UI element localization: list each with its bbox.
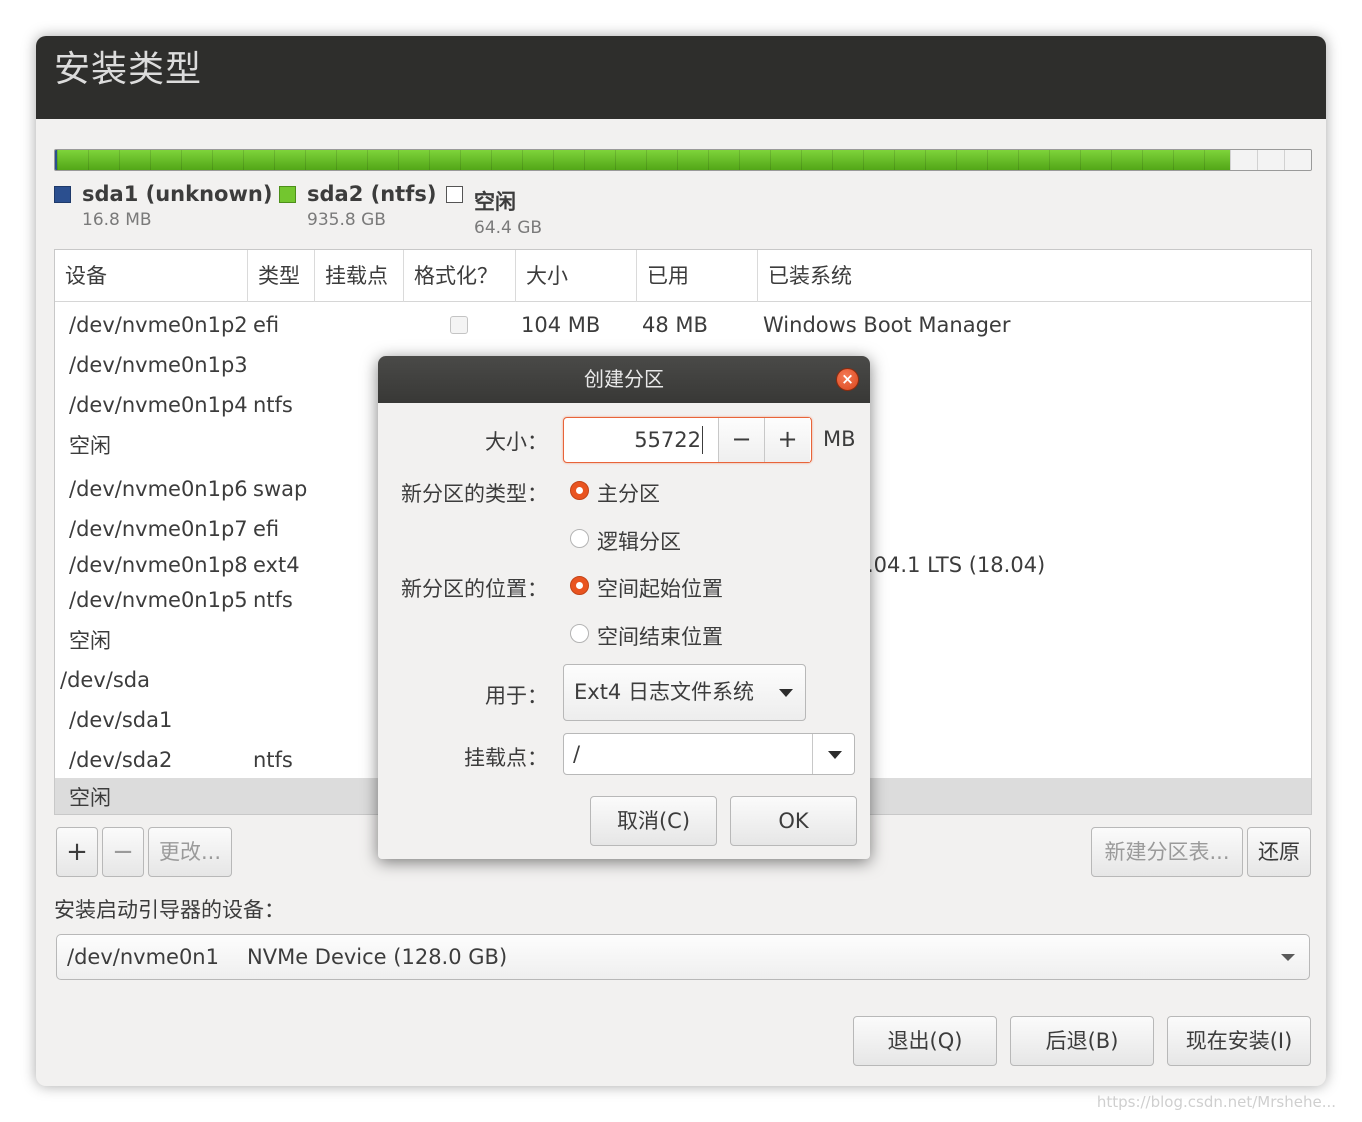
boot-device-description: NVMe Device (128.0 GB)	[247, 945, 508, 969]
dialog-title: 创建分区	[378, 356, 870, 403]
add-partition-button[interactable]: +	[56, 827, 98, 877]
usage-segment-sda2	[57, 150, 1232, 170]
logical-partition-label[interactable]: 逻辑分区	[597, 526, 681, 556]
partition-location-label: 新分区的位置：	[401, 577, 548, 601]
remove-partition-button[interactable]: −	[102, 827, 144, 877]
cancel-button[interactable]: 取消(C)	[590, 796, 717, 846]
cell-system: .04.1 LTS (18.04)	[867, 553, 1046, 577]
boot-device-select[interactable]: /dev/nvme0n1 NVMe Device (128.0 GB)	[56, 934, 1310, 980]
mount-point-input[interactable]: /	[573, 734, 580, 774]
cell-system: Windows Boot Manager	[763, 313, 1011, 337]
cell-type: ntfs	[253, 393, 293, 417]
decrease-size-button[interactable]: −	[718, 418, 764, 462]
header-format[interactable]: 格式化？	[404, 250, 516, 302]
filesystem-value: Ext4 日志文件系统	[574, 680, 754, 704]
legend-size: 16.8 MB	[82, 210, 152, 230]
ok-button[interactable]: OK	[730, 796, 857, 846]
chevron-down-icon	[779, 689, 793, 697]
cell-type: ntfs	[253, 748, 293, 772]
cell-device: 空闲	[69, 786, 111, 810]
primary-partition-radio[interactable]	[570, 481, 589, 500]
size-input[interactable]: 55722	[564, 418, 717, 462]
cell-used: 48 MB	[642, 313, 708, 337]
legend-swatch-sda1	[54, 186, 71, 203]
cell-type: efi	[253, 517, 280, 541]
usage-segment-free	[1230, 150, 1311, 170]
cell-device: /dev/nvme0n1p7	[69, 517, 248, 541]
cell-device: /dev/nvme0n1p2	[69, 313, 248, 337]
header-used[interactable]: 已用	[637, 250, 758, 302]
title-bar: 安装类型	[36, 36, 1326, 119]
cell-type: ext4	[253, 553, 300, 577]
cell-device: /dev/nvme0n1p3	[69, 353, 248, 377]
close-icon[interactable]: ×	[836, 368, 859, 391]
revert-button[interactable]: 还原	[1247, 827, 1311, 877]
location-end-label[interactable]: 空间结束位置	[597, 621, 723, 651]
format-checkbox[interactable]	[450, 316, 468, 334]
use-as-label: 用于：	[485, 684, 548, 708]
create-partition-dialog: 创建分区 × 大小： 55722 − + MB 新分区的类型： 主分区 逻辑分区…	[378, 356, 870, 859]
mount-point-combo[interactable]: /	[563, 733, 855, 775]
size-label: 大小：	[485, 430, 548, 454]
size-unit: MB	[823, 427, 856, 451]
primary-partition-label[interactable]: 主分区	[597, 478, 660, 508]
table-header: 设备 类型 挂载点 格式化？ 大小 已用 已装系统	[55, 250, 1311, 302]
legend-size: 64.4 GB	[474, 218, 543, 238]
legend-name: 空闲	[474, 190, 516, 214]
cell-type: efi	[253, 313, 280, 337]
header-size[interactable]: 大小	[516, 250, 637, 302]
table-row[interactable]: /dev/nvme0n1p2 efi 104 MB 48 MB Windows …	[55, 305, 1311, 345]
location-start-label[interactable]: 空间起始位置	[597, 573, 723, 603]
quit-button[interactable]: 退出(Q)	[853, 1016, 997, 1066]
cell-device: 空闲	[69, 434, 111, 458]
legend-size: 935.8 GB	[307, 210, 386, 230]
header-mount[interactable]: 挂载点	[315, 250, 404, 302]
partition-type-label: 新分区的类型：	[401, 482, 548, 506]
change-partition-button[interactable]: 更改...	[148, 827, 232, 877]
text-cursor	[702, 426, 703, 454]
cell-device: /dev/nvme0n1p5	[69, 588, 248, 612]
cell-device: /dev/sda2	[69, 748, 173, 772]
header-system[interactable]: 已装系统	[758, 250, 1311, 302]
cell-device: /dev/sda	[60, 668, 150, 692]
boot-device-value: /dev/nvme0n1	[67, 945, 219, 969]
header-type[interactable]: 类型	[248, 250, 315, 302]
location-start-radio[interactable]	[570, 576, 589, 595]
cell-type: ntfs	[253, 588, 293, 612]
cell-device: /dev/nvme0n1p6	[69, 477, 248, 501]
chevron-down-icon	[1281, 954, 1295, 961]
size-spinner[interactable]: 55722 − +	[563, 417, 812, 463]
mount-point-label: 挂载点：	[464, 746, 548, 770]
disk-usage-bar	[54, 149, 1312, 171]
cell-size: 104 MB	[521, 313, 601, 337]
cell-device: 空闲	[69, 629, 111, 653]
location-end-radio[interactable]	[570, 624, 589, 643]
legend-swatch-sda2	[279, 186, 296, 203]
header-device[interactable]: 设备	[55, 250, 248, 302]
logical-partition-radio[interactable]	[570, 529, 589, 548]
boot-device-label: 安装启动引导器的设备：	[54, 898, 285, 922]
chevron-down-icon[interactable]	[828, 751, 842, 759]
page-title: 安装类型	[54, 49, 203, 90]
cell-device: /dev/sda1	[69, 708, 173, 732]
watermark: https://blog.csdn.net/Mrshehe...	[1096, 1093, 1336, 1111]
legend-name: sda1 (unknown)	[82, 182, 273, 206]
cell-device: /dev/nvme0n1p4	[69, 393, 248, 417]
combo-divider	[812, 734, 813, 774]
new-partition-table-button[interactable]: 新建分区表...	[1091, 827, 1243, 877]
cell-type: swap	[253, 477, 308, 501]
increase-size-button[interactable]: +	[764, 418, 810, 462]
cell-device: /dev/nvme0n1p8	[69, 553, 248, 577]
legend-swatch-free	[446, 186, 463, 203]
back-button[interactable]: 后退(B)	[1010, 1016, 1154, 1066]
legend-name: sda2 (ntfs)	[307, 182, 437, 206]
install-now-button[interactable]: 现在安装(I)	[1167, 1016, 1311, 1066]
filesystem-select[interactable]: Ext4 日志文件系统	[563, 664, 806, 721]
